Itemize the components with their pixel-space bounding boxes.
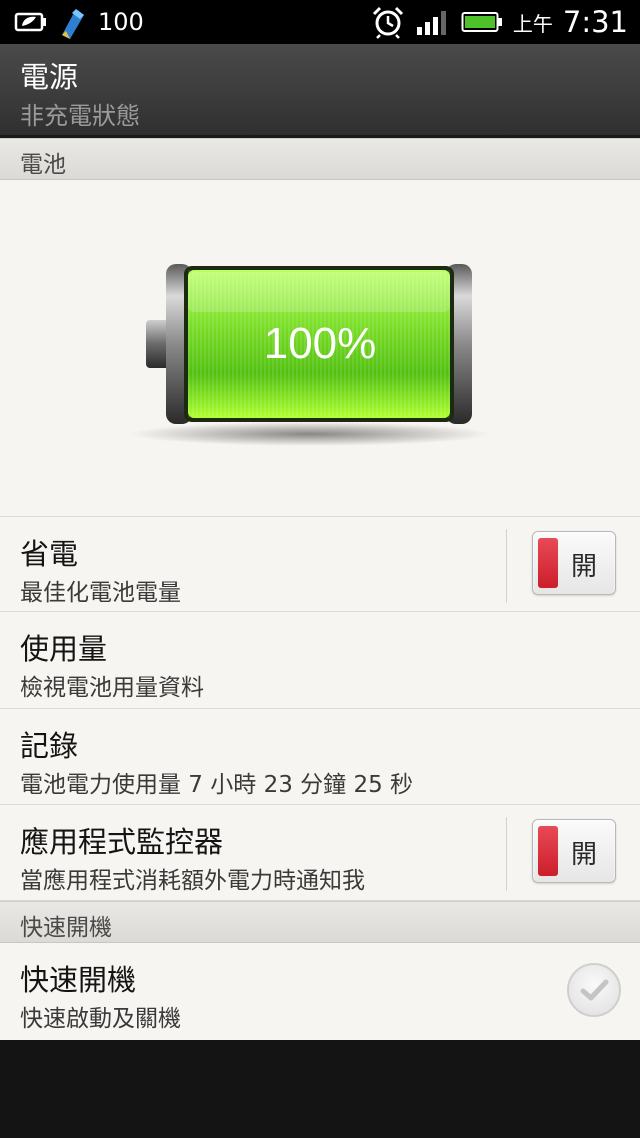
- app-monitor-row[interactable]: 應用程式監控器 當應用程式消耗額外電力時通知我 開: [0, 805, 640, 901]
- history-row[interactable]: 記錄 電池電力使用量 7 小時 23 分鐘 25 秒: [0, 709, 640, 805]
- usage-subtitle: 檢視電池用量資料: [20, 675, 204, 701]
- bottom-empty-area: [0, 1040, 640, 1138]
- page-title: 電源: [20, 60, 79, 94]
- app-monitor-toggle[interactable]: 開: [532, 819, 616, 883]
- app-monitor-title: 應用程式監控器: [20, 825, 224, 859]
- history-subtitle: 電池電力使用量 7 小時 23 分鐘 25 秒: [20, 772, 414, 798]
- charging-status: 非充電狀態: [20, 102, 140, 130]
- battery-percentage-text: 100: [98, 8, 144, 36]
- settings-content[interactable]: 電池 100% 省電 最佳化電池電量 開 使用量 檢視電池用量資料 記錄 電池電…: [0, 138, 640, 1040]
- battery-level-graphic: 100%: [130, 264, 490, 446]
- status-bar-left: 100: [14, 0, 144, 44]
- checkmark-icon: [580, 979, 609, 1001]
- fast-boot-row[interactable]: 快速開機 快速啟動及關機: [0, 943, 640, 1040]
- usage-title: 使用量: [20, 632, 108, 666]
- power-saver-icon: [14, 12, 46, 32]
- fast-boot-checkbox[interactable]: [567, 963, 621, 1017]
- toggle-label: 開: [571, 840, 598, 870]
- power-saver-toggle[interactable]: 開: [532, 531, 616, 595]
- app-monitor-subtitle: 當應用程式消耗額外電力時通知我: [20, 868, 365, 894]
- power-saver-title: 省電: [20, 537, 79, 571]
- section-header-battery: 電池: [0, 138, 640, 180]
- usage-row[interactable]: 使用量 檢視電池用量資料: [0, 612, 640, 709]
- status-bar-right: 上午 7:31: [371, 0, 628, 44]
- toggle-indicator: [538, 826, 558, 876]
- alarm-clock-icon: [372, 6, 403, 39]
- battery-percentage-label: 100%: [264, 319, 377, 368]
- power-saver-subtitle: 最佳化電池電量: [20, 580, 181, 606]
- section-header-fast-boot: 快速開機: [0, 901, 640, 943]
- fast-boot-subtitle: 快速啟動及關機: [20, 1006, 181, 1032]
- section-header-label: 快速開機: [20, 915, 112, 941]
- section-header-label: 電池: [20, 152, 66, 178]
- signal-strength-icon: [416, 11, 446, 35]
- clock-time: 7:31: [562, 5, 628, 39]
- app-header: 電源 非充電狀態: [0, 44, 640, 138]
- power-saver-row[interactable]: 省電 最佳化電池電量 開: [0, 516, 640, 612]
- history-title: 記錄: [20, 729, 79, 763]
- status-bar: 100 上午 7:31: [0, 0, 640, 44]
- toggle-label: 開: [571, 552, 598, 582]
- fast-boot-title: 快速開機: [20, 963, 137, 997]
- battery-graphic-area: 100%: [0, 180, 640, 516]
- row-divider: [506, 529, 507, 603]
- sync-app-icon: [62, 9, 84, 39]
- row-divider: [506, 817, 507, 891]
- toggle-indicator: [538, 538, 558, 588]
- battery-full-icon: [461, 12, 502, 32]
- time-period-label: 上午: [512, 11, 553, 36]
